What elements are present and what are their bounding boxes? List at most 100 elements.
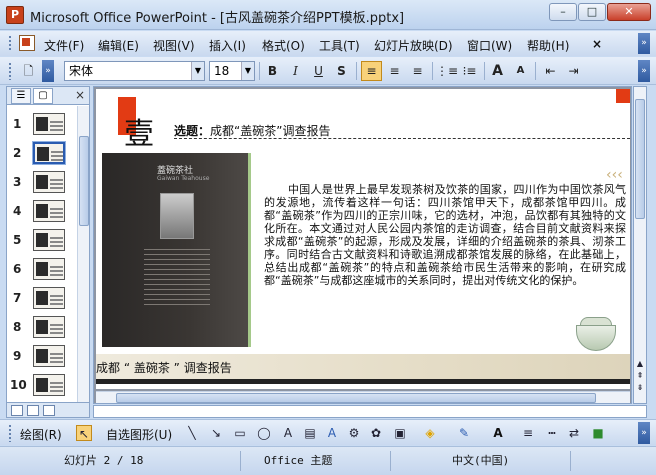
arrow-style-icon[interactable]: ⇄ (566, 425, 582, 441)
menu-window[interactable]: 窗口(W) (467, 37, 512, 54)
scrollbar-thumb[interactable] (635, 99, 645, 219)
clipart-icon[interactable]: ✿ (368, 425, 384, 441)
photo-portrait (160, 193, 194, 239)
language-status: 中文(中国) (452, 454, 510, 467)
menu-overflow-chevron-icon[interactable]: » (638, 33, 650, 54)
drawbar-grip[interactable] (8, 424, 12, 442)
numbering-button[interactable]: ⋮≡ (436, 61, 458, 81)
align-left-button[interactable]: ≡ (361, 61, 382, 81)
document-icon[interactable] (19, 35, 35, 51)
menu-edit[interactable]: 编辑(E) (98, 37, 139, 54)
textbox-tool-icon[interactable]: A (280, 425, 296, 441)
oval-tool-icon[interactable]: ◯ (256, 425, 272, 441)
fill-color-icon[interactable]: ◈ (422, 425, 438, 441)
slide-thumbnail[interactable]: 8 (7, 314, 77, 343)
line-style-icon[interactable]: ≡ (520, 425, 536, 441)
slideshow-view-icon[interactable] (43, 405, 55, 416)
toolbar-separator (259, 62, 260, 80)
menu-view[interactable]: 视图(V) (153, 37, 195, 54)
align-right-button[interactable]: ≡ (407, 61, 428, 81)
scrollbar-thumb[interactable] (79, 136, 89, 226)
body-text[interactable]: 中国人是世界上最早发现茶树及饮茶的国家，四川作为中国饮茶风气的发源地，流传着这样… (264, 183, 626, 287)
font-size-select[interactable]: 18 ▼ (209, 61, 255, 81)
tab-outline[interactable]: ☰ (11, 88, 31, 104)
menu-help[interactable]: 帮助(H) (527, 37, 569, 54)
menu-grip[interactable] (8, 35, 12, 52)
maximize-button[interactable]: □ (578, 3, 606, 21)
toolbar-separator (535, 62, 536, 80)
teahouse-photo[interactable]: 蓋碗茶社 Gaiwan Teahouse (102, 153, 248, 347)
italic-button[interactable]: I (285, 61, 306, 81)
slide-thumbnail[interactable]: 1 (7, 111, 77, 140)
close-document-button[interactable]: × (592, 37, 602, 51)
vertical-scrollbar[interactable]: ▲ ⇞ ⇟ (633, 86, 647, 404)
slide-thumbnail[interactable]: 4 (7, 198, 77, 227)
scrollbar-thumb[interactable] (116, 393, 596, 403)
powerpoint-app-icon[interactable]: P (6, 6, 24, 24)
slide-canvas[interactable]: 壹 选题：成都“盖碗茶”调查报告 蓋碗茶社 Gaiwan Teahouse ‹‹… (96, 89, 630, 389)
slide-thumbnail[interactable]: 10 (7, 372, 77, 401)
slide-thumbnail[interactable]: 5 (7, 227, 77, 256)
menu-file[interactable]: 文件(F) (44, 37, 84, 54)
slide-thumbnail[interactable]: 6 (7, 256, 77, 285)
photo-text-lines (144, 249, 210, 309)
toolbar-grip[interactable] (8, 62, 12, 80)
drawbar-overflow-chevron-icon[interactable]: » (638, 422, 650, 444)
new-doc-icon[interactable]: 🗋 (18, 61, 39, 81)
slide-thumbnail[interactable]: 9 (7, 343, 77, 372)
section-number[interactable]: 壹 (124, 109, 154, 153)
wordart-icon[interactable]: A (324, 425, 340, 441)
select-pointer-icon[interactable]: ↖ (76, 425, 92, 441)
arrow-tool-icon[interactable]: ↘ (208, 425, 224, 441)
3d-style-icon[interactable]: ■ (590, 425, 606, 441)
bold-button[interactable]: B (262, 61, 283, 81)
dash-style-icon[interactable]: ┅ (544, 425, 560, 441)
slide-number: 1 (13, 117, 22, 131)
menu-insert[interactable]: 插入(I) (209, 37, 246, 54)
draw-menu-button[interactable]: 绘图(R) (20, 426, 62, 443)
chevron-down-icon[interactable]: ▼ (241, 62, 254, 80)
font-name-select[interactable]: 宋体 ▼ (64, 61, 205, 81)
font-color-icon[interactable]: A (490, 425, 506, 441)
footer-text[interactable]: 成都 “ 盖碗茶 ” 调查报告 (96, 359, 232, 376)
slide-thumbnail[interactable]: 7 (7, 285, 77, 314)
slide-sorter-view-icon[interactable] (27, 405, 39, 416)
pane-tabs: ☰ ▢ × (7, 87, 89, 105)
line-tool-icon[interactable]: ╲ (184, 425, 200, 441)
minimize-button[interactable]: – (549, 3, 577, 21)
slide-thumbnail-selected[interactable]: 2 (7, 140, 77, 169)
slide-preview (33, 229, 65, 251)
vertical-textbox-icon[interactable]: ▤ (302, 425, 318, 441)
previous-slide-button[interactable]: ▲ (635, 359, 645, 369)
close-pane-button[interactable]: × (75, 88, 85, 102)
close-button[interactable]: ✕ (607, 3, 651, 21)
prev-slide-icon[interactable]: ⇞ (635, 371, 645, 381)
slide-thumbnail[interactable]: 3 (7, 169, 77, 198)
next-slide-icon[interactable]: ⇟ (635, 383, 645, 393)
chevron-down-icon[interactable]: ▼ (191, 62, 204, 80)
align-center-button[interactable]: ≡ (384, 61, 405, 81)
menu-format[interactable]: 格式(O) (262, 37, 305, 54)
toolbar-overflow-chevron-icon[interactable]: » (638, 60, 650, 82)
shrink-font-button[interactable]: A (510, 61, 531, 81)
underline-button[interactable]: U (308, 61, 329, 81)
rectangle-tool-icon[interactable]: ▭ (232, 425, 248, 441)
autoshapes-button[interactable]: 自选图形(U) (106, 426, 172, 443)
increase-indent-button[interactable]: ⇥ (563, 61, 584, 81)
decrease-indent-button[interactable]: ⇤ (540, 61, 561, 81)
bullets-button[interactable]: ⁝≡ (459, 61, 480, 81)
tab-slides[interactable]: ▢ (33, 88, 53, 104)
topic-heading[interactable]: 选题：成都“盖碗茶”调查报告 (174, 122, 330, 139)
normal-view-icon[interactable] (11, 405, 23, 416)
grow-font-button[interactable]: A (487, 61, 508, 81)
picture-icon[interactable]: ▣ (392, 425, 408, 441)
menu-slideshow[interactable]: 幻灯片放映(D) (374, 37, 453, 54)
slides-pane-scrollbar[interactable] (77, 106, 89, 416)
notes-pane[interactable] (93, 405, 647, 418)
menu-tools[interactable]: 工具(T) (319, 37, 360, 54)
horizontal-scrollbar[interactable] (96, 391, 630, 403)
toolbar-overflow-chevron-icon[interactable]: » (42, 60, 54, 82)
line-color-icon[interactable]: ✎ (456, 425, 472, 441)
diagram-icon[interactable]: ⚙ (346, 425, 362, 441)
shadow-button[interactable]: S (331, 61, 352, 81)
